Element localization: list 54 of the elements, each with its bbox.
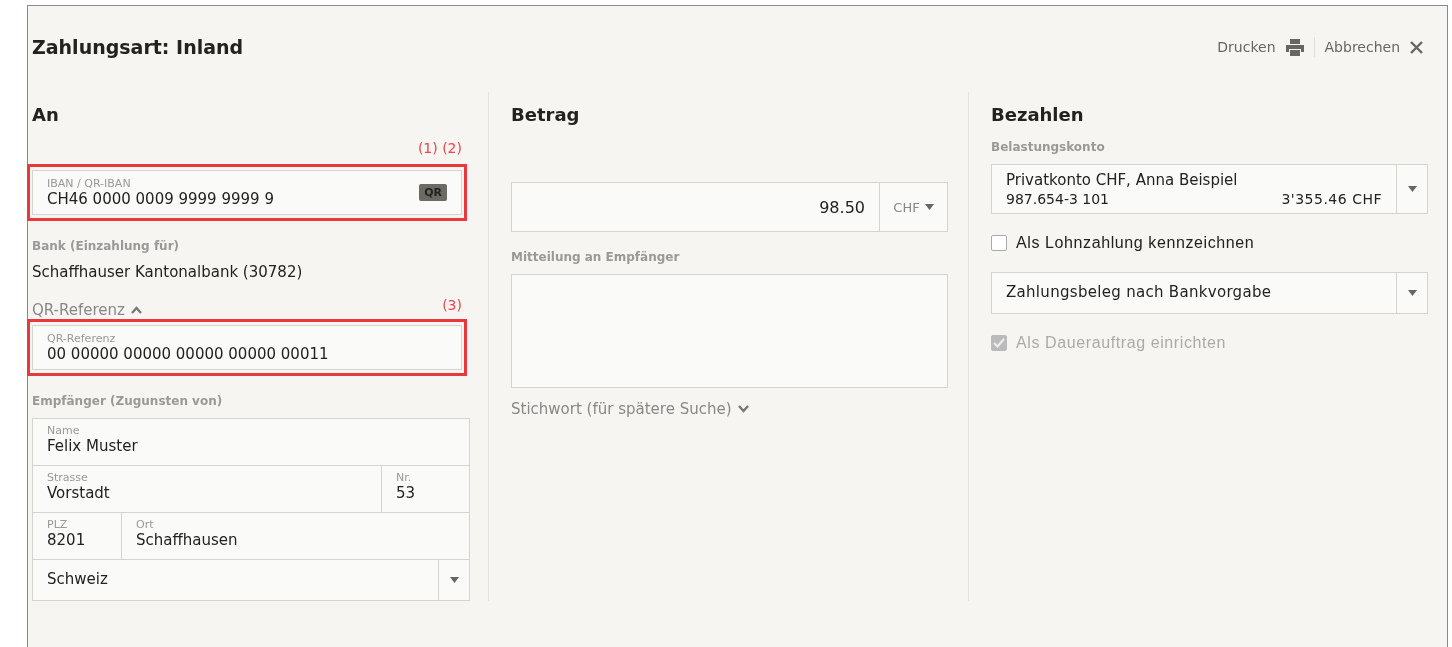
section-heading: Betrag: [511, 104, 581, 127]
account-number: 987.654-3 101: [1006, 191, 1111, 207]
account-dropdown[interactable]: Privatkonto CHF, Anna Beispiel 987.654-3 101 3'355.46 CHF: [991, 164, 1428, 214]
account-label: Belastungskonto: [991, 140, 1106, 154]
caret-icon: [737, 405, 749, 413]
address-field[interactable]: Name Felix Muster: [33, 419, 469, 465]
field-label: Nr.: [396, 471, 413, 484]
account-name: Privatkonto CHF, Anna Beispiel: [1006, 171, 1239, 189]
qr-badge: QR: [419, 184, 447, 201]
dropdown-arrow-icon: [924, 204, 934, 210]
dialog-title: Zahlungsart: Inland: [32, 36, 244, 58]
receipt-dropdown[interactable]: Zahlungsbeleg nach Bankvorgabe: [991, 272, 1428, 314]
bank-label: Bank (Einzahlung für): [32, 239, 181, 253]
print-button[interactable]: Drucken: [1217, 38, 1304, 56]
checkbox-label: Als Dauerauftrag einrichten: [1016, 334, 1227, 352]
dropdown-arrow-icon: [449, 577, 459, 583]
field-value: CH46 0000 0009 9999 9999 9: [47, 190, 275, 208]
message-label: Mitteilung an Empfänger: [511, 250, 681, 264]
cancel-button[interactable]: Abbrechen: [1324, 39, 1423, 55]
message-field[interactable]: [511, 274, 948, 388]
field-value: 8201: [47, 531, 87, 549]
field-value: 53: [396, 484, 417, 502]
field-label: Strasse: [47, 471, 89, 484]
dropdown-arrow-icon: [1407, 290, 1417, 296]
field-label: Name: [47, 424, 81, 437]
bank-name: Schaffhauser Kantonalbank (30782): [32, 263, 304, 281]
reference-field[interactable]: QR-Referenz 00 00000 00000 00000 00000 00011: [32, 325, 462, 370]
printer-icon: [1285, 38, 1304, 56]
field-value: Vorstadt: [47, 484, 111, 502]
annotation-label: (3): [442, 297, 463, 313]
field-label: QR-Referenz: [47, 332, 117, 345]
checkbox[interactable]: [991, 235, 1007, 251]
field-value: Schaffhausen: [136, 531, 239, 549]
caret-icon: [130, 306, 142, 314]
field-value: Felix Muster: [47, 437, 139, 455]
field-label: PLZ: [47, 518, 69, 531]
iban-field[interactable]: IBAN / QR-IBAN CH46 0000 0009 9999 9999 9 QR: [32, 170, 462, 215]
field-label: IBAN / QR-IBAN: [47, 177, 132, 190]
field-label: Ort: [136, 518, 155, 531]
address-field[interactable]: Strasse Vorstadt: [33, 466, 381, 512]
dropdown-arrow-icon: [1407, 186, 1417, 192]
close-icon: [1410, 40, 1423, 54]
amount-field[interactable]: 98.50: [511, 182, 880, 232]
section-heading: Bezahlen: [991, 104, 1085, 127]
address-field[interactable]: Ort Schaffhausen: [121, 513, 469, 559]
field-value: 00 00000 00000 00000 00000 00011: [47, 345, 330, 363]
account-balance: 3'355.46 CHF: [1281, 191, 1382, 207]
checkbox-label: Als Lohnzahlung kennzeichnen: [1016, 234, 1255, 252]
section-heading: An: [32, 104, 60, 127]
annotation-label: (1) (2): [416, 140, 463, 156]
address-field[interactable]: PLZ 8201: [33, 513, 121, 559]
recipient-label: Empfänger (Zugunsten von): [32, 394, 224, 408]
country-dropdown[interactable]: Schweiz: [33, 559, 469, 600]
address-field[interactable]: Nr. 53: [381, 466, 469, 512]
